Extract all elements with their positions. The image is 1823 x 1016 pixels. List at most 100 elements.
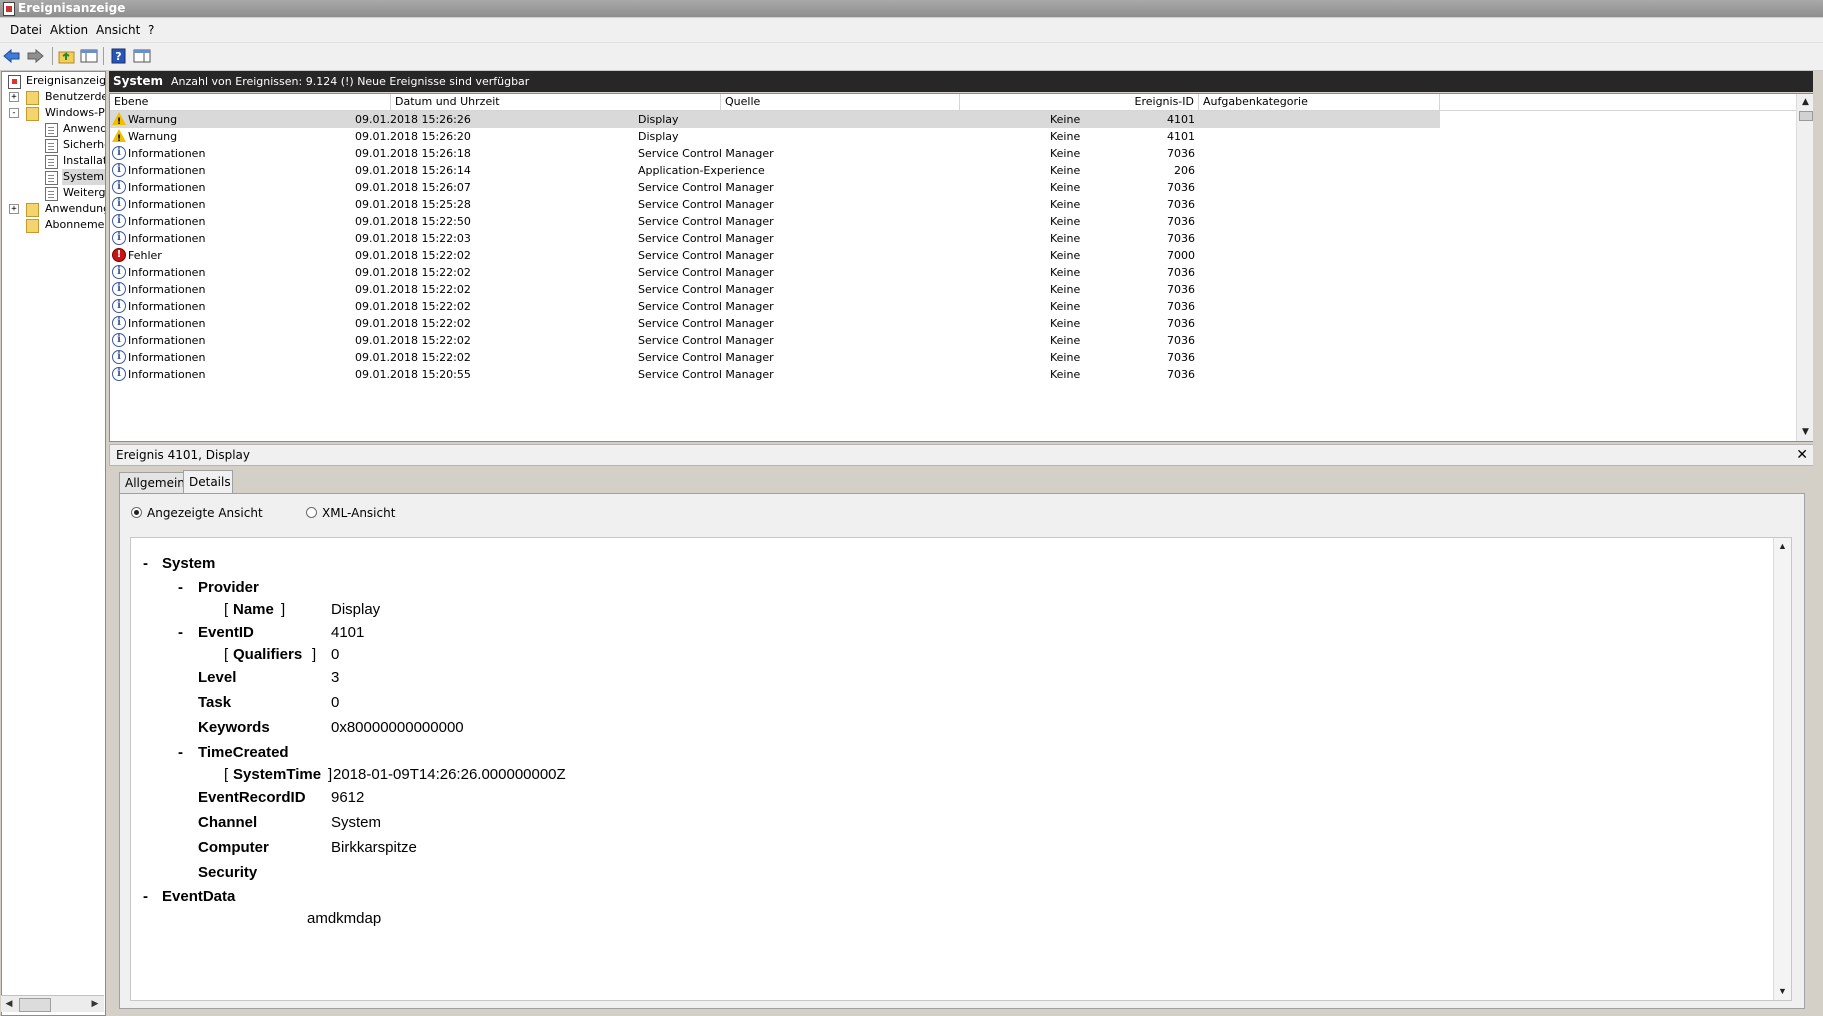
column-header-aufgabenkategorie[interactable]: Aufgabenkategorie [1199, 94, 1440, 110]
radio-unselected-icon[interactable] [306, 507, 317, 518]
menu-datei[interactable]: Datei [8, 23, 44, 37]
collapse-toggle[interactable]: - [178, 624, 183, 641]
event-row[interactable]: i Informationen 09.01.2018 15:20:55 Service… [110, 366, 1796, 383]
event-row[interactable]: i Informationen 09.01.2018 15:26:14 Applica… [110, 162, 1796, 179]
info-icon: i [112, 265, 126, 279]
tree-item-sicherheit[interactable]: Sicherhe [2, 137, 105, 153]
channel-value: System [331, 814, 382, 831]
tree-item-system[interactable]: System [2, 169, 105, 185]
tab-details[interactable]: Details [183, 470, 233, 494]
attr-bracket-open: [ [224, 646, 229, 663]
help-icon[interactable]: ? [109, 47, 129, 65]
event-level: Informationen [128, 266, 206, 279]
node-timecreated: TimeCreated [198, 744, 289, 761]
event-source: Service Control Manager [638, 249, 774, 262]
tree-horizontal-scrollbar[interactable]: ◀ ▶ [1, 995, 104, 1012]
menu-ansicht[interactable]: Ansicht [94, 23, 142, 37]
collapse-toggle[interactable]: - [178, 579, 183, 596]
event-row[interactable]: i Informationen 09.01.2018 15:26:18 Service… [110, 145, 1796, 162]
collapse-toggle[interactable]: - [143, 888, 148, 905]
scroll-left-icon[interactable]: ◀ [1, 996, 17, 1012]
event-row[interactable]: i Informationen 09.01.2018 15:22:02 Service… [110, 332, 1796, 349]
event-row[interactable]: i Informationen 09.01.2018 15:22:02 Service… [110, 315, 1796, 332]
scroll-thumb[interactable] [19, 998, 51, 1012]
event-row[interactable]: i Informationen 09.01.2018 15:22:02 Service… [110, 281, 1796, 298]
scroll-up-icon[interactable]: ▲ [1797, 94, 1814, 110]
event-list-scrollbar[interactable]: ▲ ▼ [1796, 94, 1814, 441]
menu-aktion[interactable]: Aktion [48, 23, 90, 37]
event-row[interactable]: i Informationen 09.01.2018 15:22:50 Service… [110, 213, 1796, 230]
event-row[interactable]: i Informationen 09.01.2018 15:22:02 Service… [110, 264, 1796, 281]
column-header-ereignis-id[interactable]: Ereignis-ID [960, 94, 1199, 110]
node-eventdata: EventData [162, 888, 236, 905]
scroll-down-icon[interactable]: ▼ [1774, 983, 1791, 999]
tree-item-weitergeleitet[interactable]: Weiterg [2, 185, 105, 201]
event-row[interactable]: i Informationen 09.01.2018 15:25:28 Service… [110, 196, 1796, 213]
event-viewer-icon [3, 2, 15, 16]
event-row[interactable]: ! Warnung 09.01.2018 15:26:26 Display 4101 Ke… [110, 111, 1440, 128]
column-header-quelle[interactable]: Quelle [721, 94, 960, 110]
event-row[interactable]: i Informationen 09.01.2018 15:26:07 Service… [110, 179, 1796, 196]
node-eventrecordid: EventRecordID [198, 789, 306, 806]
event-row[interactable]: i Informationen 09.01.2018 15:22:03 Service… [110, 230, 1796, 247]
show-hide-console-tree-icon[interactable] [79, 47, 99, 65]
event-datetime: 09.01.2018 15:22:02 [355, 283, 471, 296]
column-header-ebene[interactable]: Ebene [110, 94, 391, 110]
info-icon: i [112, 350, 126, 364]
expand-icon[interactable]: + [9, 92, 19, 102]
event-datetime: 09.01.2018 15:26:20 [355, 130, 471, 143]
event-viewer-icon [8, 75, 21, 89]
collapse-icon[interactable]: - [9, 108, 19, 118]
scroll-up-icon[interactable]: ▲ [1774, 538, 1791, 554]
info-icon: i [112, 180, 126, 194]
event-level: Fehler [128, 249, 162, 262]
radio-selected-icon[interactable] [131, 507, 142, 518]
event-row[interactable]: ! Fehler 09.01.2018 15:22:02 Service Contro… [110, 247, 1796, 264]
event-source: Service Control Manager [638, 147, 774, 160]
tree-item-ereignisanzeige[interactable]: Ereignisanzeige [2, 73, 105, 89]
menu-bar: Datei Aktion Ansicht ? [0, 18, 1823, 43]
back-arrow-icon[interactable] [2, 47, 22, 65]
event-row[interactable]: i Informationen 09.01.2018 15:22:02 Service… [110, 298, 1796, 315]
tree-item-abonnements[interactable]: Abonnemen [2, 217, 105, 233]
node-level: Level [198, 669, 237, 686]
collapse-toggle[interactable]: - [178, 744, 183, 761]
node-task: Task [198, 694, 232, 711]
collapse-toggle[interactable]: - [143, 555, 148, 572]
column-header-datum[interactable]: Datum und Uhrzeit [391, 94, 721, 110]
tree-item-anwendungs-dienstprotokolle[interactable]: + Anwendung [2, 201, 105, 217]
event-row[interactable]: ! Warnung 09.01.2018 15:26:20 Display 4101 Ke… [110, 128, 1796, 145]
info-icon: i [112, 197, 126, 211]
attr-bracket-open: [ [224, 766, 229, 783]
expand-icon[interactable]: + [9, 204, 19, 214]
up-folder-icon[interactable] [57, 47, 77, 65]
details-scrollbar[interactable]: ▲ ▼ [1773, 538, 1791, 1000]
event-level: Informationen [128, 147, 206, 160]
menu-help[interactable]: ? [146, 23, 156, 37]
event-source: Service Control Manager [638, 198, 774, 211]
node-eventid: EventID [198, 624, 254, 641]
attr-bracket-open: [ [224, 601, 229, 618]
event-source: Service Control Manager [638, 368, 774, 381]
scroll-thumb[interactable] [1799, 111, 1813, 121]
scroll-right-icon[interactable]: ▶ [87, 996, 103, 1012]
window-right-edge [1813, 71, 1823, 1014]
detail-title-bar: Ereignis 4101, Display ✕ [109, 444, 1815, 466]
warning-icon: ! [112, 129, 126, 144]
tree-item-windows-protokolle[interactable]: - Windows-Pr [2, 105, 105, 121]
tree-item-benutzerdefiniert[interactable]: + Benutzerdef [2, 89, 105, 105]
event-level: Warnung [128, 130, 178, 143]
eventdata-value: amdkmdap [307, 910, 382, 927]
properties-pane-icon[interactable] [132, 47, 152, 65]
error-icon: ! [112, 248, 126, 262]
tree-item-installation[interactable]: Installat [2, 153, 105, 169]
event-category: Keine [1050, 147, 1081, 160]
event-row[interactable]: i Informationen 09.01.2018 15:22:02 Service… [110, 349, 1796, 366]
scroll-down-icon[interactable]: ▼ [1797, 424, 1814, 440]
close-icon[interactable]: ✕ [1796, 445, 1808, 465]
info-icon: i [112, 146, 126, 160]
forward-arrow-icon[interactable] [25, 47, 45, 65]
tree-item-anwendung-log[interactable]: Anwend [2, 121, 105, 137]
attr-systemtime-key: SystemTime [233, 766, 322, 783]
attr-name-key: Name [233, 601, 274, 618]
